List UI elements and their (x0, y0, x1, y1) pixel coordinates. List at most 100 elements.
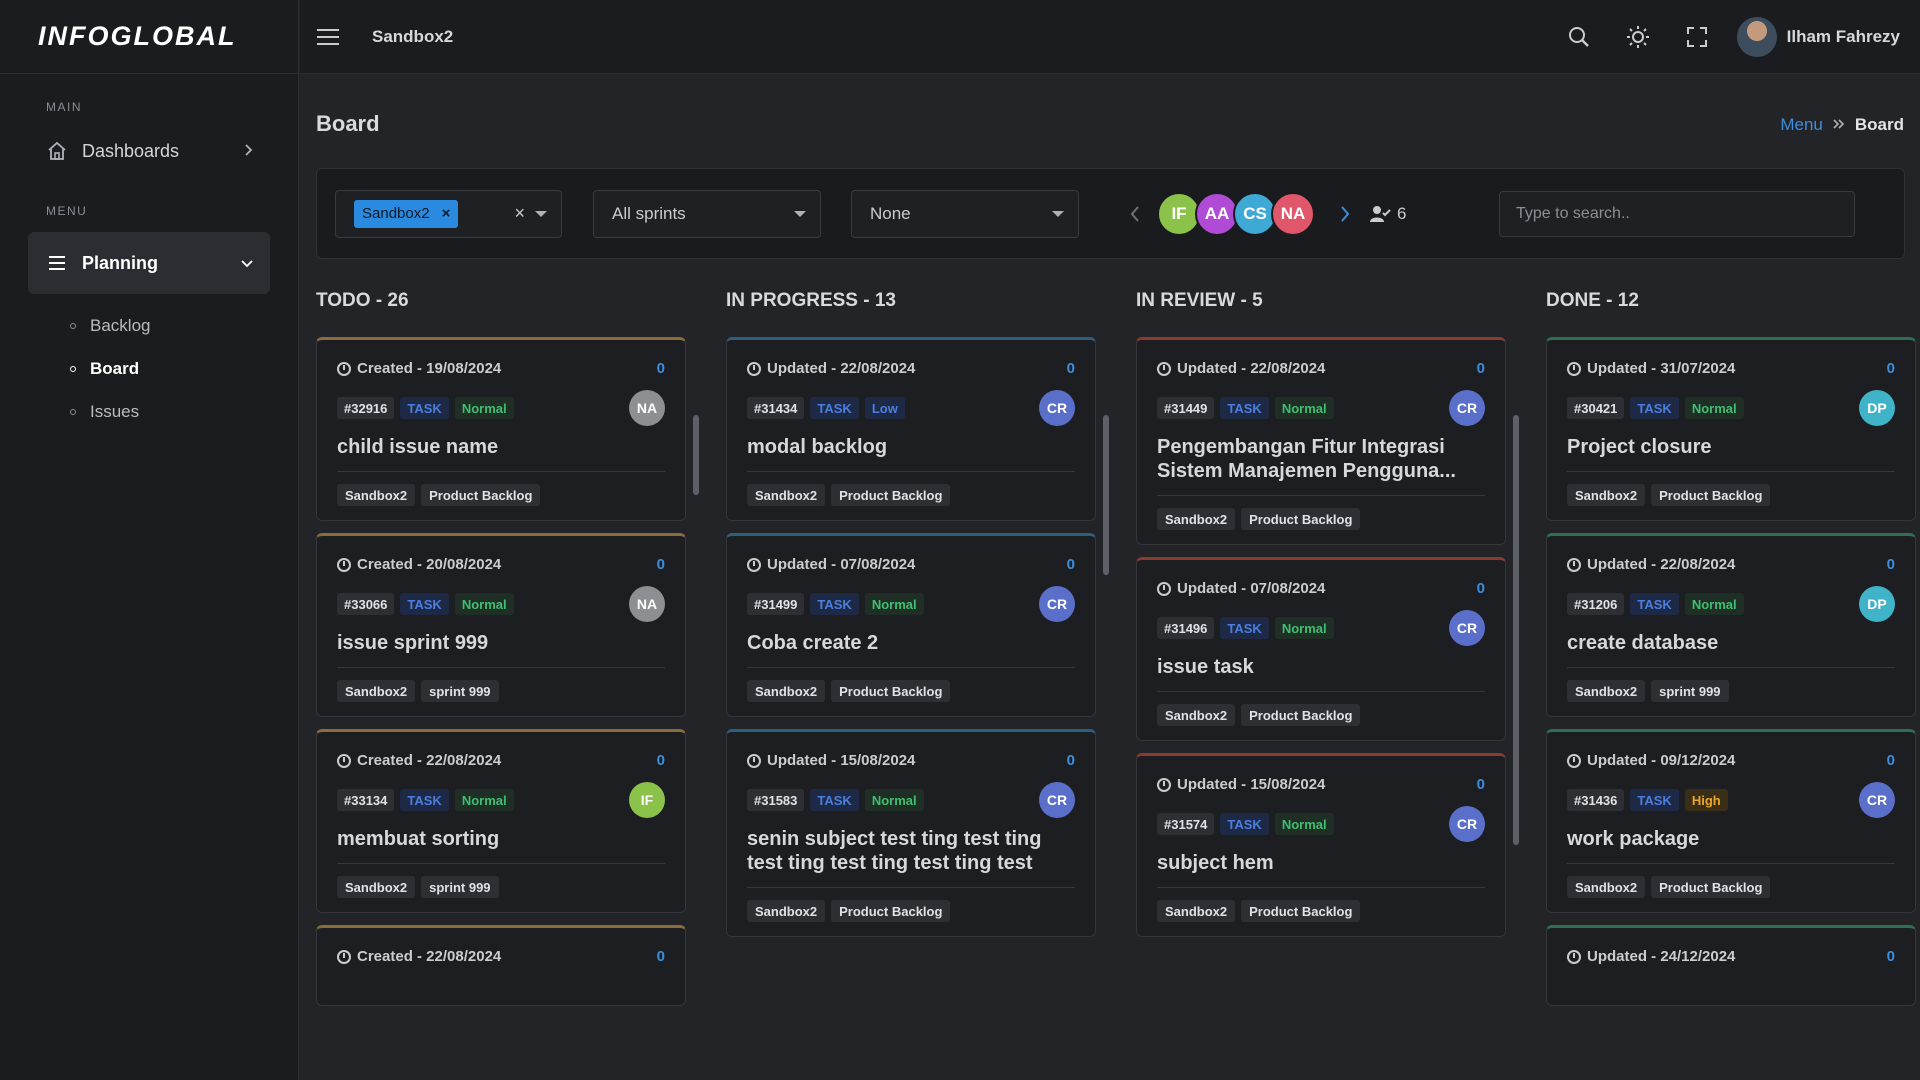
assignee-avatar[interactable]: DP (1859, 586, 1895, 622)
card-date: Updated - 22/08/2024 (767, 360, 916, 377)
chevron-right-icon[interactable] (1339, 205, 1351, 228)
card-label: Sandbox2 (1567, 680, 1646, 702)
card-label: Sandbox2 (337, 484, 416, 506)
issue-card[interactable]: Updated - 09/12/2024 0 #31436 TASK High CR wor… (1546, 729, 1916, 913)
issue-card[interactable]: Updated - 22/08/2024 0 #31434 TASK Low CR moda… (726, 337, 1096, 521)
card-title[interactable]: work package (1567, 827, 1895, 864)
comment-count: 0 (656, 948, 665, 965)
card-tags: #30421 TASK Normal DP (1567, 390, 1895, 426)
card-labels: Sandbox2 Product Backlog (1567, 484, 1895, 506)
assignee-avatar[interactable]: CR (1039, 390, 1075, 426)
issue-card[interactable]: Updated - 24/12/2024 0 (1546, 925, 1916, 1006)
issue-card[interactable]: Updated - 22/08/2024 0 #31449 TASK Normal CR P… (1136, 337, 1506, 545)
breadcrumb-current: Board (1854, 115, 1904, 134)
chevron-left-icon[interactable] (1129, 205, 1141, 228)
assignee-avatar[interactable]: NA (629, 586, 665, 622)
card-title[interactable]: Coba create 2 (747, 631, 1075, 668)
fullscreen-icon[interactable] (1668, 26, 1727, 47)
assignee-avatar[interactable]: CR (1039, 586, 1075, 622)
assignee-avatar[interactable]: CR (1039, 782, 1075, 818)
issue-id: #31449 (1157, 397, 1215, 419)
chip-remove-icon[interactable]: × (442, 205, 451, 222)
assignee-avatar[interactable]: IF (629, 782, 665, 818)
board-column: Created - 19/08/2024 0 #32916 TASK Normal NA c… (316, 337, 686, 1035)
assignee-avatar[interactable]: CR (1859, 782, 1895, 818)
assignee-avatar[interactable]: CR (1449, 610, 1485, 646)
card-title[interactable]: membuat sorting (337, 827, 665, 864)
assignee-avatar[interactable]: CR (1449, 390, 1485, 426)
card-date: Created - 20/08/2024 (357, 556, 502, 573)
priority-badge: Normal (1684, 593, 1744, 615)
issue-type-badge: TASK (1220, 617, 1269, 639)
card-label: Sandbox2 (337, 680, 416, 702)
sprint-select[interactable]: All sprints (593, 189, 821, 238)
issue-card[interactable]: Created - 19/08/2024 0 #32916 TASK Normal NA c… (316, 337, 686, 521)
sidebar-sub-issues[interactable]: Issues (0, 390, 298, 433)
member-avatar[interactable]: NA (1271, 191, 1315, 236)
issue-card[interactable]: Created - 22/08/2024 0 (316, 925, 686, 1006)
topbar: Sandbox2 Ilham Fahrezy (300, 0, 1920, 74)
issue-card[interactable]: Updated - 15/08/2024 0 #31574 TASK Normal CR s… (1136, 753, 1506, 937)
card-title[interactable]: senin subject test ting test ting test t… (747, 827, 1075, 888)
caret-down-icon (794, 210, 806, 217)
clock-icon (337, 753, 351, 768)
search-icon[interactable] (1550, 26, 1609, 48)
card-title[interactable]: modal backlog (747, 435, 1075, 472)
comment-count: 0 (656, 556, 665, 573)
theme-sun-icon[interactable] (1609, 25, 1668, 49)
issue-type-badge: TASK (1220, 397, 1269, 419)
card-header: Created - 22/08/2024 0 (337, 948, 665, 965)
hamburger-menu-icon[interactable] (316, 28, 344, 46)
priority-badge: Normal (1274, 617, 1334, 639)
sidebar-sub-board[interactable]: Board (0, 347, 298, 390)
card-header: Updated - 22/08/2024 0 (1157, 360, 1485, 377)
card-date: Created - 22/08/2024 (357, 948, 502, 965)
card-header: Updated - 24/12/2024 0 (1567, 948, 1895, 965)
priority-badge: High (1684, 789, 1728, 811)
comment-count: 0 (1066, 556, 1075, 573)
section-menu-label: MENU (46, 204, 88, 218)
search-input[interactable]: Type to search.. (1499, 190, 1855, 237)
issue-card[interactable]: Updated - 15/08/2024 0 #31583 TASK Normal CR s… (726, 729, 1096, 937)
card-tags: #31436 TASK High CR (1567, 782, 1895, 818)
issue-card[interactable]: Created - 20/08/2024 0 #33066 TASK Normal NA i… (316, 533, 686, 717)
card-labels: Sandbox2 sprint 999 (337, 680, 665, 702)
card-title[interactable]: child issue name (337, 435, 665, 472)
assignee-avatar[interactable]: DP (1859, 390, 1895, 426)
card-header: Updated - 22/08/2024 0 (1567, 556, 1895, 573)
home-icon (44, 138, 70, 164)
assignee-avatar[interactable]: NA (629, 390, 665, 426)
issue-card[interactable]: Updated - 31/07/2024 0 #30421 TASK Normal DP P… (1546, 337, 1916, 521)
sidebar-item-planning[interactable]: Planning (28, 232, 270, 294)
card-title[interactable]: Pengembangan Fitur Integrasi Sistem Mana… (1157, 435, 1485, 496)
sidebar-item-dashboards[interactable]: Dashboards (28, 128, 270, 174)
issue-card[interactable]: Updated - 07/08/2024 0 #31496 TASK Normal CR i… (1136, 557, 1506, 741)
user-menu[interactable]: Ilham Fahrezy (1736, 16, 1900, 57)
card-title[interactable]: issue task (1157, 655, 1485, 692)
card-header: Updated - 15/08/2024 0 (1157, 776, 1485, 793)
project-select[interactable]: Sandbox2 × × (335, 189, 562, 238)
card-label: Sandbox2 (747, 680, 826, 702)
issue-card[interactable]: Updated - 07/08/2024 0 #31499 TASK Normal CR C… (726, 533, 1096, 717)
column-scrollbar[interactable] (1513, 415, 1519, 845)
sidebar-sub-backlog[interactable]: Backlog (0, 304, 298, 347)
clear-icon[interactable]: × (514, 203, 525, 224)
card-title[interactable]: issue sprint 999 (337, 631, 665, 668)
sidebar-sub-label: Backlog (90, 315, 151, 335)
card-label: Product Backlog (421, 484, 541, 506)
assignee-avatar[interactable]: CR (1449, 806, 1485, 842)
breadcrumb-menu-link[interactable]: Menu (1780, 115, 1823, 135)
card-date: Updated - 31/07/2024 (1587, 360, 1736, 377)
logo[interactable]: INFOGLOBAL (0, 0, 298, 74)
issue-card[interactable]: Updated - 22/08/2024 0 #31206 TASK Normal DP c… (1546, 533, 1916, 717)
list-icon (44, 250, 70, 276)
card-title[interactable]: Project closure (1567, 435, 1895, 472)
issue-card[interactable]: Created - 22/08/2024 0 #33134 TASK Normal IF m… (316, 729, 686, 913)
group-select[interactable]: None (851, 189, 1079, 238)
column-scrollbar[interactable] (693, 415, 699, 495)
card-header: Updated - 07/08/2024 0 (747, 556, 1075, 573)
column-scrollbar[interactable] (1103, 415, 1109, 575)
card-title[interactable]: subject hem (1157, 851, 1485, 888)
card-title[interactable]: create database (1567, 631, 1895, 668)
issue-type-badge: TASK (1630, 789, 1679, 811)
